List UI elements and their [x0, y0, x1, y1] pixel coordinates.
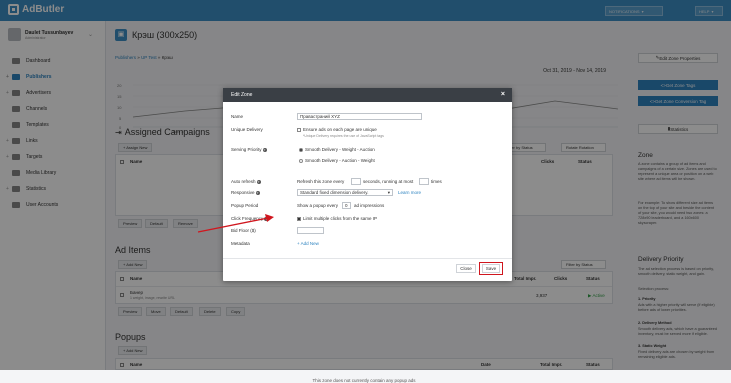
- refresh-middle: seconds, running at most: [363, 179, 414, 184]
- click-frequency-option[interactable]: Limit multiple clicks from the same IP: [297, 216, 377, 221]
- priority-option-auction-weight[interactable]: Smooth Delivery - Auction - Weight: [299, 158, 375, 163]
- priority-option-weight-auction[interactable]: Smooth Delivery - Weight - Auction: [299, 147, 375, 152]
- learn-more-link[interactable]: Learn more: [398, 190, 421, 195]
- popup-prefix: Show a popup every: [297, 203, 339, 208]
- unique-delivery-note: *Unique Delivery requires the use of Jav…: [303, 134, 384, 138]
- close-icon[interactable]: ×: [501, 91, 505, 98]
- priority-radio[interactable]: [299, 147, 303, 152]
- auto-refresh-label: Auto refresh?: [231, 179, 261, 184]
- dialog-header: Edit Zone ×: [223, 88, 512, 102]
- help-icon[interactable]: ?: [255, 190, 260, 195]
- responsive-label: Responsive?: [231, 190, 260, 195]
- serving-priority-label: Serving Priority?: [231, 147, 267, 152]
- unique-delivery-label: Unique Delivery: [231, 127, 263, 132]
- popup-suffix: ad impressions: [354, 203, 385, 208]
- popup-period-label: Popup Period: [231, 203, 259, 208]
- click-frequency-checkbox[interactable]: [297, 216, 301, 221]
- unique-delivery-option[interactable]: Ensure ads on each page are unique: [297, 127, 377, 132]
- chevron-down-icon: ▾: [387, 190, 390, 195]
- name-label: Name: [231, 114, 244, 119]
- refresh-max-input[interactable]: [419, 178, 429, 185]
- unique-delivery-checkbox[interactable]: [297, 127, 301, 132]
- popup-period-input[interactable]: 0: [342, 202, 351, 209]
- bid-floor-input[interactable]: [297, 227, 324, 234]
- priority-radio[interactable]: [299, 158, 303, 163]
- add-metadata-link[interactable]: + Add New: [297, 241, 319, 246]
- close-button[interactable]: Close: [456, 264, 476, 273]
- refresh-prefix: Refresh this zone every: [297, 179, 345, 184]
- responsive-select[interactable]: Standard fixed dimension delivery. ▾: [297, 189, 393, 196]
- help-icon[interactable]: ?: [256, 179, 261, 184]
- zone-name-input[interactable]: Правастраний XYZ: [297, 113, 422, 120]
- dialog-footer-divider: [223, 258, 512, 259]
- refresh-seconds-input[interactable]: [351, 178, 361, 185]
- popups-empty-message: This zone does not currently contain any…: [312, 378, 416, 383]
- refresh-suffix: times: [431, 179, 442, 184]
- help-icon[interactable]: ?: [262, 147, 267, 152]
- metadata-label: Metadata: [231, 241, 250, 246]
- dialog-title: Edit Zone: [231, 92, 253, 98]
- save-highlight-box: [479, 262, 503, 275]
- annotation-arrow-icon: [197, 214, 274, 233]
- edit-zone-dialog: Edit Zone × Name Правастраний XYZ Unique…: [223, 88, 512, 281]
